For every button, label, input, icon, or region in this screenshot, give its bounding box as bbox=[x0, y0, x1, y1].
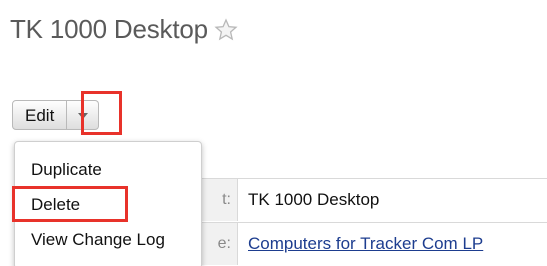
menu-item-duplicate[interactable]: Duplicate bbox=[31, 160, 102, 180]
record-header: TK 1000 Desktop bbox=[10, 14, 238, 45]
detail-label: e: bbox=[200, 223, 238, 265]
detail-label: t: bbox=[200, 179, 238, 221]
highlight-box-dropdown-toggle bbox=[81, 91, 122, 135]
record-page: TK 1000 Desktop Edit t: TK 1000 Desktop … bbox=[0, 0, 547, 266]
page-title: TK 1000 Desktop bbox=[10, 14, 208, 44]
account-link[interactable]: Computers for Tracker Com LP bbox=[248, 223, 483, 265]
menu-item-view-change-log[interactable]: View Change Log bbox=[31, 230, 165, 250]
detail-row-name: t: TK 1000 Desktop bbox=[200, 178, 547, 221]
star-icon[interactable] bbox=[214, 17, 238, 42]
detail-value-name: TK 1000 Desktop bbox=[248, 190, 380, 209]
detail-row-account: e: Computers for Tracker Com LP bbox=[200, 222, 547, 265]
edit-button[interactable]: Edit bbox=[12, 100, 68, 130]
highlight-box-delete bbox=[12, 186, 128, 222]
